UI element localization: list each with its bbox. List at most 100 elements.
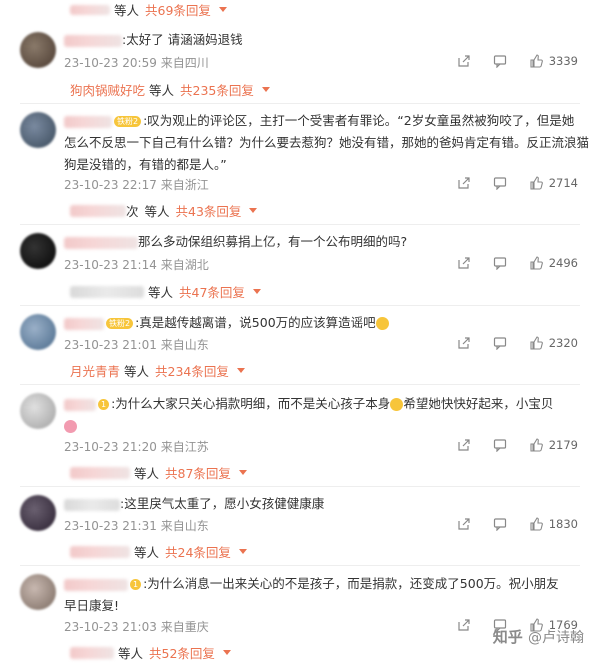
chevron-down-icon[interactable] (249, 208, 258, 213)
comment-meta: 23-10-23 21:03 来自重庆 (64, 620, 209, 634)
blurred-name (70, 466, 130, 479)
emoji-icon (375, 317, 389, 330)
avatar[interactable] (20, 495, 56, 531)
reply-name[interactable]: 月光青青 (70, 361, 120, 380)
reply-total[interactable]: 共69条回复 (145, 0, 211, 19)
chevron-down-icon[interactable] (252, 289, 261, 294)
comment-text: 1:为什么消息一出来关心的不是孩子，而是捐款，还变成了500万。祝小朋友 (64, 573, 559, 595)
chevron-down-icon[interactable] (218, 7, 227, 12)
comment-icon[interactable] (493, 54, 507, 68)
reply-total[interactable]: 共87条回复 (165, 463, 231, 482)
comment-meta: 23-10-23 20:59 来自四川 (64, 56, 209, 70)
watermark-site: 知乎 (492, 628, 523, 646)
blurred-name (70, 285, 144, 298)
thumbs-up-icon[interactable] (529, 54, 543, 68)
comment-meta: 23-10-23 21:31 来自山东 (64, 519, 209, 533)
blurred-name (70, 646, 114, 659)
comment-text: :太好了 请涵涵妈退钱 (64, 29, 243, 51)
avatar[interactable] (20, 112, 56, 148)
chevron-down-icon[interactable] (236, 368, 245, 373)
reply-total[interactable]: 共52条回复 (149, 643, 215, 662)
divider (20, 103, 580, 104)
reply-total[interactable]: 共234条回复 (155, 361, 229, 380)
comment-text: :这里戾气太重了，愿小女孩健健康康 (64, 493, 324, 515)
reply-total[interactable]: 共24条回复 (165, 542, 231, 561)
blurred-name (64, 317, 104, 330)
reply-summary[interactable]: 等人 共87条回复 (70, 463, 247, 482)
share-icon[interactable] (457, 54, 471, 68)
comment-icon[interactable] (493, 438, 507, 452)
blurred-name (64, 498, 120, 511)
divider (20, 486, 580, 487)
avatar[interactable] (20, 574, 56, 610)
like-count: 3339 (548, 54, 578, 68)
share-icon[interactable] (457, 618, 471, 632)
divider (20, 565, 580, 566)
comment-actions: 2714 (435, 176, 578, 190)
blurred-name (64, 236, 138, 249)
chevron-down-icon[interactable] (238, 470, 247, 475)
avatar[interactable] (20, 393, 56, 429)
comment-actions: 2496 (435, 256, 578, 270)
blurred-name (64, 398, 96, 411)
thumbs-up-icon[interactable] (529, 438, 543, 452)
comment-meta: 23-10-23 21:14 来自湖北 (64, 258, 209, 272)
share-icon[interactable] (457, 176, 471, 190)
watermark: 知乎 @卢诗翰 (493, 626, 584, 647)
comment-icon[interactable] (493, 336, 507, 350)
comment-actions: 2320 (435, 336, 578, 350)
fan-badge: 铁粉2 (114, 116, 142, 127)
reply-summary[interactable]: 狗肉锅贼好吃 等人 共235条回复 (70, 80, 270, 99)
comment-icon[interactable] (493, 517, 507, 531)
reply-total[interactable]: 共47条回复 (179, 282, 245, 301)
comment-actions: 3339 (435, 54, 578, 68)
blurred-name (64, 34, 122, 47)
reply-summary[interactable]: 次 等人 共43条回复 (70, 201, 258, 220)
top-reply-summary[interactable]: 等人 共69条回复 (70, 0, 227, 19)
like-count: 2714 (548, 176, 578, 190)
fan-badge: 1 (130, 579, 142, 590)
comment-text: 铁粉2:叹为观止的评论区，主打一个受害者有罪论。“2岁女童虽然被狗咬了，但是她 (64, 110, 574, 132)
divider (20, 384, 580, 385)
watermark-author: @卢诗翰 (528, 630, 584, 646)
blurred-name (70, 204, 126, 217)
like-count: 2320 (548, 336, 578, 350)
share-icon[interactable] (457, 336, 471, 350)
reply-summary[interactable]: 等人 共47条回复 (70, 282, 261, 301)
chevron-down-icon[interactable] (222, 650, 231, 655)
comment-text-line: 怎么不反思一下自己有什么错？为什么要去惹狗？她没有错，那她的爸妈肯定有错。反正流… (64, 135, 590, 150)
emoji-icon (64, 420, 77, 433)
share-icon[interactable] (457, 517, 471, 531)
thumbs-up-icon[interactable] (529, 517, 543, 531)
avatar[interactable] (20, 233, 56, 269)
thumbs-up-icon[interactable] (529, 256, 543, 270)
reply-total[interactable]: 共235条回复 (180, 80, 254, 99)
avatar[interactable] (20, 32, 56, 68)
blurred-name (64, 115, 112, 128)
blurred-name (70, 4, 110, 15)
comment-actions: 1830 (435, 517, 578, 531)
fan-badge: 铁粉2 (106, 318, 134, 329)
like-count: 2179 (548, 438, 578, 452)
comment-actions: 2179 (435, 438, 578, 452)
thumbs-up-icon[interactable] (529, 176, 543, 190)
chevron-down-icon[interactable] (261, 87, 270, 92)
thumbs-up-icon[interactable] (529, 336, 543, 350)
fan-badge: 1 (98, 399, 110, 410)
like-count: 2496 (548, 256, 578, 270)
comment-icon[interactable] (493, 176, 507, 190)
comment-text: 1:为什么大家只关心捐款明细，而不是关心孩子本身 希望她快快好起来，小宝贝 (64, 393, 553, 415)
avatar[interactable] (20, 314, 56, 350)
reply-summary[interactable]: 等人 共24条回复 (70, 542, 247, 561)
comment-text-line: 狗是没错的，有错的都是人。” (64, 157, 227, 172)
comment-icon[interactable] (493, 256, 507, 270)
reply-total[interactable]: 共43条回复 (176, 201, 242, 220)
reply-name[interactable]: 狗肉锅贼好吃 (70, 80, 145, 99)
reply-summary[interactable]: 月光青青 等人 共234条回复 (70, 361, 245, 380)
emoji-icon (390, 398, 404, 411)
chevron-down-icon[interactable] (238, 549, 247, 554)
share-icon[interactable] (457, 256, 471, 270)
share-icon[interactable] (457, 438, 471, 452)
comment-text-line: 早日康复! (64, 598, 120, 613)
reply-summary[interactable]: 等人 共52条回复 (70, 643, 231, 662)
